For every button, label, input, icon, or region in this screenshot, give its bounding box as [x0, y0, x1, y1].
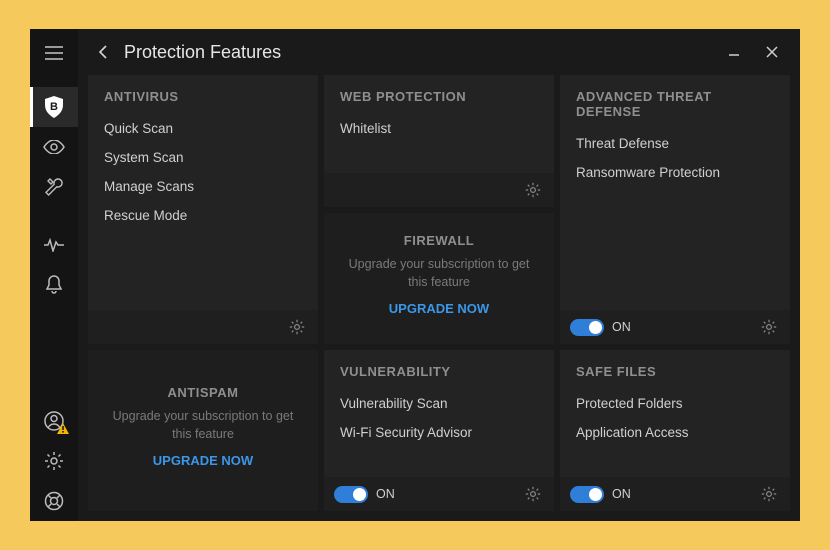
gear-icon — [761, 486, 777, 502]
sidebar-item-activity[interactable] — [30, 225, 78, 265]
card-title: ANTISPAM — [168, 385, 239, 400]
bell-icon — [45, 275, 63, 295]
toggle-label: ON — [376, 487, 395, 501]
main-area: Protection Features ANTIVIRUS Quick Scan… — [78, 29, 800, 521]
page-title: Protection Features — [124, 42, 281, 63]
tools-icon — [44, 177, 64, 197]
upgrade-now-link[interactable]: UPGRADE NOW — [389, 301, 489, 316]
card-web-protection: WEB PROTECTION Whitelist — [324, 75, 554, 207]
web-protection-whitelist[interactable]: Whitelist — [340, 114, 538, 143]
vulnerability-toggle[interactable] — [334, 486, 368, 503]
card-title: SAFE FILES — [560, 350, 790, 389]
sidebar-item-notifications[interactable] — [30, 265, 78, 305]
svg-text:B: B — [50, 101, 58, 113]
antivirus-system-scan[interactable]: System Scan — [104, 143, 302, 172]
atd-settings-button[interactable] — [758, 316, 780, 338]
activity-icon — [44, 238, 64, 252]
back-button[interactable] — [88, 37, 118, 67]
antivirus-manage-scans[interactable]: Manage Scans — [104, 172, 302, 201]
minimize-icon — [728, 46, 740, 58]
card-advanced-threat-defense: ADVANCED THREAT DEFENSE Threat Defense R… — [560, 75, 790, 344]
feature-grid: ANTIVIRUS Quick Scan System Scan Manage … — [88, 75, 790, 511]
card-title: ADVANCED THREAT DEFENSE — [560, 75, 790, 129]
settings-icon — [44, 451, 64, 471]
sidebar-item-account[interactable] — [30, 401, 78, 441]
safe-files-settings-button[interactable] — [758, 483, 780, 505]
card-antivirus: ANTIVIRUS Quick Scan System Scan Manage … — [88, 75, 318, 344]
sidebar-item-support[interactable] — [30, 481, 78, 521]
sidebar-item-privacy[interactable] — [30, 127, 78, 167]
card-title: VULNERABILITY — [324, 350, 554, 389]
support-icon — [44, 491, 64, 511]
gear-icon — [761, 319, 777, 335]
toggle-label: ON — [612, 320, 631, 334]
vulnerability-scan[interactable]: Vulnerability Scan — [340, 389, 538, 418]
sidebar-item-settings[interactable] — [30, 441, 78, 481]
web-protection-settings-button[interactable] — [522, 179, 544, 201]
antivirus-rescue-mode[interactable]: Rescue Mode — [104, 201, 302, 230]
ransomware-protection[interactable]: Ransomware Protection — [576, 158, 774, 187]
card-firewall: FIREWALL Upgrade your subscription to ge… — [324, 213, 554, 344]
protected-folders[interactable]: Protected Folders — [576, 389, 774, 418]
warning-badge-icon — [57, 423, 69, 435]
gear-icon — [525, 486, 541, 502]
close-button[interactable] — [762, 42, 782, 62]
card-vulnerability: VULNERABILITY Vulnerability Scan Wi-Fi S… — [324, 350, 554, 511]
toggle-label: ON — [612, 487, 631, 501]
card-title: ANTIVIRUS — [88, 75, 318, 114]
menu-button[interactable] — [30, 37, 78, 69]
eye-icon — [43, 140, 65, 154]
wifi-security-advisor[interactable]: Wi-Fi Security Advisor — [340, 418, 538, 447]
sidebar-item-tools[interactable] — [30, 167, 78, 207]
application-access[interactable]: Application Access — [576, 418, 774, 447]
app-window: B Protectio — [30, 29, 800, 521]
vulnerability-settings-button[interactable] — [522, 483, 544, 505]
card-title: FIREWALL — [404, 233, 474, 248]
sidebar: B — [30, 29, 78, 521]
minimize-button[interactable] — [724, 42, 744, 62]
card-safe-files: SAFE FILES Protected Folders Application… — [560, 350, 790, 511]
upgrade-now-link[interactable]: UPGRADE NOW — [153, 453, 253, 468]
chevron-left-icon — [98, 45, 108, 59]
titlebar: Protection Features — [88, 29, 790, 75]
gear-icon — [289, 319, 305, 335]
upgrade-message: Upgrade your subscription to get this fe… — [346, 256, 532, 291]
threat-defense[interactable]: Threat Defense — [576, 129, 774, 158]
antivirus-quick-scan[interactable]: Quick Scan — [104, 114, 302, 143]
close-icon — [766, 46, 778, 58]
antivirus-settings-button[interactable] — [286, 316, 308, 338]
upgrade-message: Upgrade your subscription to get this fe… — [110, 408, 296, 443]
card-antispam: ANTISPAM Upgrade your subscription to ge… — [88, 350, 318, 511]
gear-icon — [525, 182, 541, 198]
card-title: WEB PROTECTION — [324, 75, 554, 114]
sidebar-item-protection[interactable]: B — [30, 87, 78, 127]
safe-files-toggle[interactable] — [570, 486, 604, 503]
atd-toggle[interactable] — [570, 319, 604, 336]
menu-icon — [45, 46, 63, 60]
shield-b-icon: B — [44, 96, 64, 118]
